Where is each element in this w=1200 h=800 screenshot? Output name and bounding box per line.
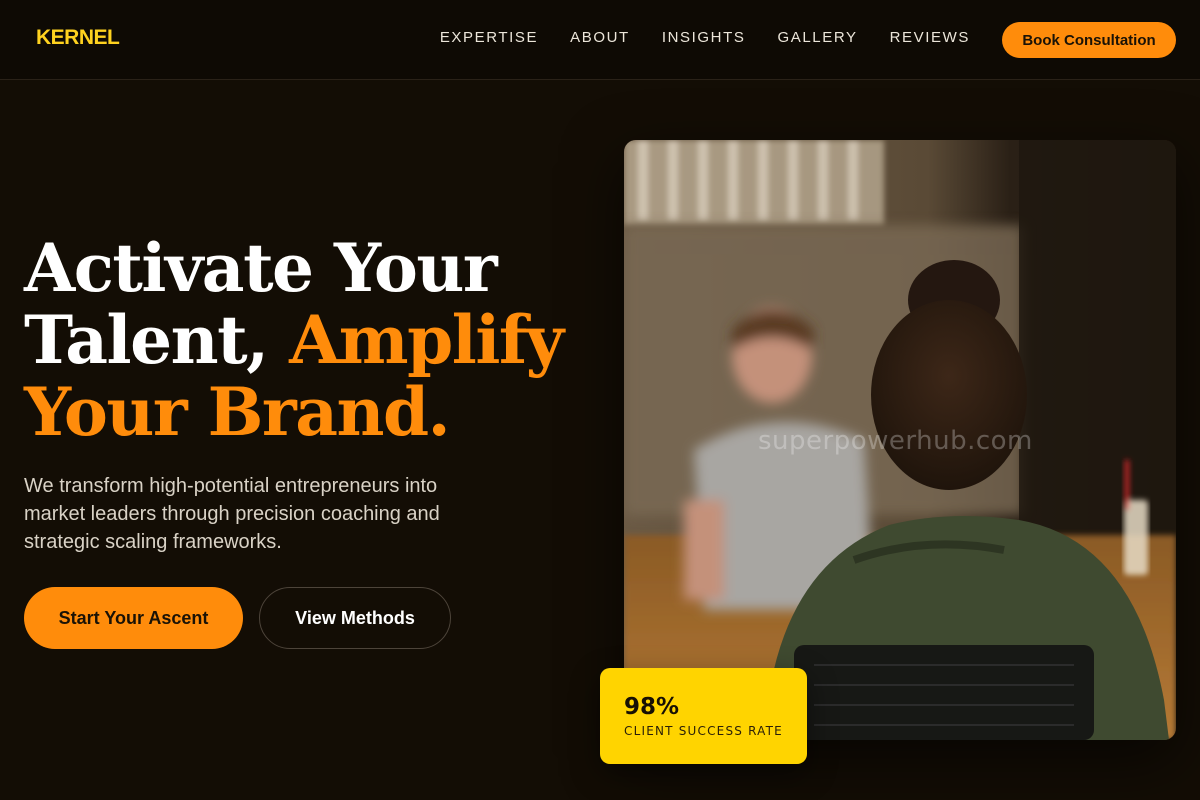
view-methods-button[interactable]: View Methods xyxy=(259,587,451,649)
headline-line-2-white: Talent, xyxy=(24,301,290,379)
nav-item-reviews[interactable]: REVIEWS xyxy=(890,29,970,46)
nav-item-gallery[interactable]: GALLERY xyxy=(777,29,857,46)
brand-logo[interactable]: KERNEL xyxy=(36,26,120,50)
nav-item-about[interactable]: ABOUT xyxy=(570,29,630,46)
headline-line-2-accent: Amplify xyxy=(289,301,564,379)
site-header: KERNEL EXPERTISE ABOUT INSIGHTS GALLERY … xyxy=(0,0,1200,80)
hero-headline: Activate Your Talent, Amplify Your Brand… xyxy=(24,232,584,448)
success-rate-value: 98% xyxy=(624,694,680,720)
start-your-ascent-button[interactable]: Start Your Ascent xyxy=(24,587,243,649)
photo-watermark: superpowerhub.com xyxy=(758,426,1033,456)
nav-item-expertise[interactable]: EXPERTISE xyxy=(440,29,538,46)
headline-line-3-accent: Your Brand. xyxy=(24,373,451,451)
success-rate-label: CLIENT SUCCESS RATE xyxy=(624,724,783,738)
book-consultation-button[interactable]: Book Consultation xyxy=(1002,22,1176,58)
hero-subtext: We transform high-potential entrepreneur… xyxy=(24,475,440,553)
nav-item-insights[interactable]: INSIGHTS xyxy=(662,29,746,46)
hero-photo: superpowerhub.com xyxy=(624,140,1176,740)
success-rate-card: 98% CLIENT SUCCESS RATE xyxy=(600,668,807,764)
headline-line-1: Activate Your xyxy=(24,229,498,307)
main-nav: EXPERTISE ABOUT INSIGHTS GALLERY REVIEWS xyxy=(440,29,970,46)
